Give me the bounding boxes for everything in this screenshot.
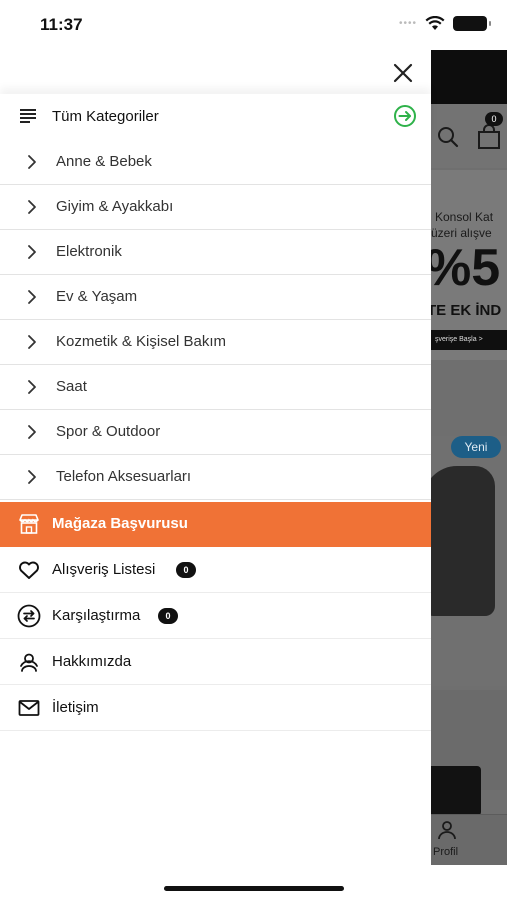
list-icon (20, 109, 36, 123)
category-label: Elektronik (56, 243, 122, 260)
close-icon[interactable] (390, 60, 416, 86)
chevron-right-icon (28, 425, 36, 439)
status-bar: 11:37 •••• (0, 0, 507, 50)
contact-menu-item[interactable]: İletişim (0, 685, 431, 731)
shopping-bag-icon (478, 124, 500, 149)
banner-line-1: Konsol Kat (435, 210, 494, 224)
tab-profile-label: Profil (433, 846, 459, 858)
battery-icon (453, 16, 491, 31)
compare-menu-item[interactable]: Karşılaştırma 0 (0, 593, 431, 639)
category-item[interactable]: Saat (0, 365, 431, 410)
wishlist-label: Alışveriş Listesi (52, 561, 156, 578)
category-label: Ev & Yaşam (56, 288, 138, 305)
category-item[interactable]: Ev & Yaşam (0, 275, 431, 320)
chevron-right-icon (28, 380, 36, 394)
chevron-right-icon (28, 245, 36, 259)
category-item[interactable]: Kozmetik & Kişisel Bakım (0, 320, 431, 365)
side-drawer: Tüm Kategoriler Anne & Bebek Giyim & Aya… (0, 50, 431, 865)
compare-arrows-icon (17, 604, 41, 628)
about-menu-item[interactable]: Hakkımızda (0, 639, 431, 685)
profile-icon (438, 821, 456, 840)
store-application-button[interactable]: Mağaza Başvurusu (0, 502, 431, 547)
envelope-icon (18, 700, 40, 716)
contact-label: İletişim (52, 699, 99, 716)
chevron-right-icon (28, 470, 36, 484)
status-icons: •••• (398, 16, 491, 31)
background-top-bar (431, 50, 507, 104)
category-label: Spor & Outdoor (56, 423, 161, 440)
store-icon (19, 514, 39, 534)
search-icon (438, 127, 459, 148)
wifi-icon (425, 16, 445, 30)
wishlist-count-badge: 0 (176, 562, 196, 578)
category-item[interactable]: Anne & Bebek (0, 140, 431, 185)
arrow-right-circle-icon[interactable] (393, 104, 417, 128)
all-categories-title: Tüm Kategoriler (52, 108, 159, 125)
category-label: Giyim & Ayakkabı (56, 198, 174, 215)
banner-line-3: TE EK İND (431, 302, 502, 319)
all-categories-header[interactable]: Tüm Kategoriler (0, 94, 431, 140)
store-application-label: Mağaza Başvurusu (52, 515, 188, 532)
cellular-signal-icon: •••• (398, 18, 417, 29)
product-image (431, 466, 495, 616)
chevron-right-icon (28, 155, 36, 169)
about-label: Hakkımızda (52, 653, 132, 670)
cart-count-badge: 0 (485, 112, 503, 126)
category-item[interactable]: Giyim & Ayakkabı (0, 185, 431, 230)
category-item[interactable]: Elektronik (0, 230, 431, 275)
background-app-overlay[interactable]: 0 Konsol Kat üzeri alışve %5 TE EK İND ş… (431, 50, 507, 865)
banner-discount: %5 (431, 239, 501, 297)
compare-label: Karşılaştırma (52, 607, 141, 624)
drawer-top-bar (0, 50, 431, 94)
category-label: Anne & Bebek (56, 153, 152, 170)
chevron-right-icon (28, 290, 36, 304)
category-label: Kozmetik & Kişisel Bakım (56, 333, 227, 350)
chevron-right-icon (28, 200, 36, 214)
category-item[interactable]: Spor & Outdoor (0, 410, 431, 455)
chevron-right-icon (28, 335, 36, 349)
status-time: 11:37 (40, 15, 83, 34)
category-label: Saat (56, 378, 87, 395)
new-badge: Yeni (451, 436, 501, 458)
home-indicator[interactable] (164, 886, 344, 891)
background-dark-button (431, 766, 481, 816)
heart-icon (19, 561, 39, 579)
user-circle-icon (20, 653, 38, 672)
category-label: Telefon Aksesuarları (56, 468, 192, 485)
compare-count-badge: 0 (158, 608, 178, 624)
banner-cta: şverişe Başla > (431, 330, 507, 350)
wishlist-menu-item[interactable]: Alışveriş Listesi 0 (0, 547, 431, 593)
category-item[interactable]: Telefon Aksesuarları (0, 455, 431, 500)
